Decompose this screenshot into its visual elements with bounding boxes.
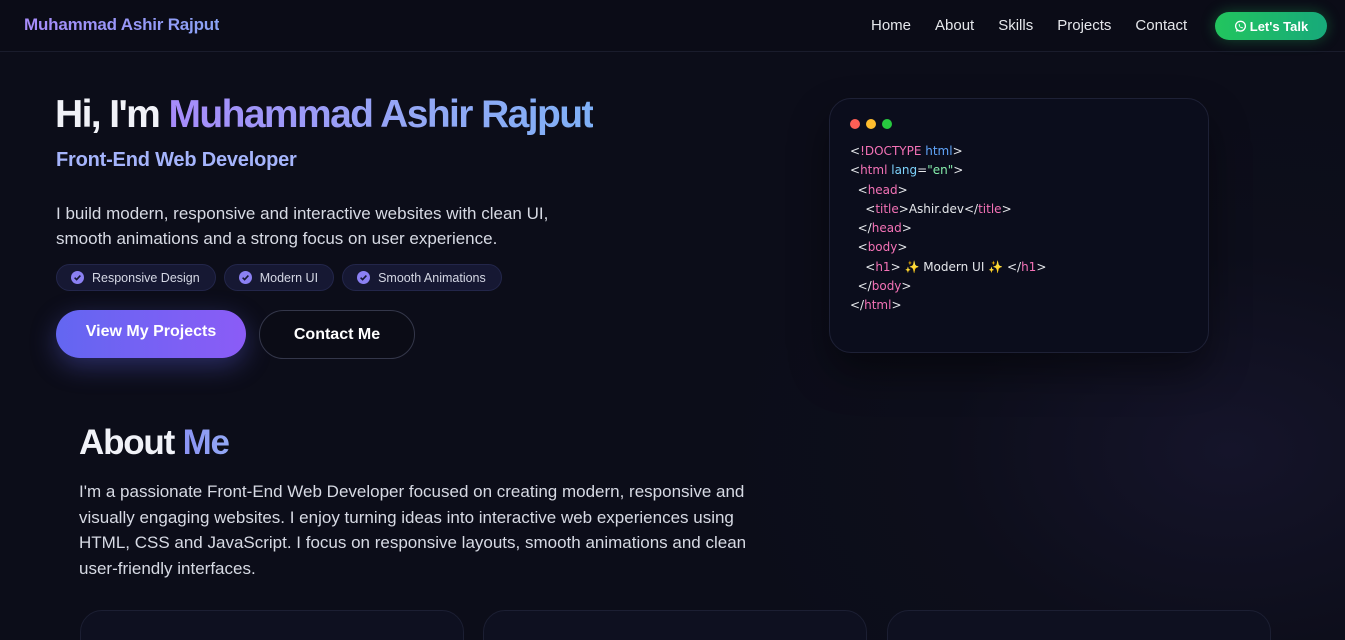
- code-line: <!DOCTYPE html>: [850, 144, 963, 158]
- code-snippet: <!DOCTYPE html> <html lang="en"> <head> <…: [850, 142, 1046, 316]
- lets-talk-label: Let's Talk: [1249, 18, 1309, 34]
- hero-role: Front-End Web Developer: [56, 149, 297, 171]
- code-line: <html lang="en">: [850, 163, 964, 178]
- view-projects-button[interactable]: View My Projects: [56, 310, 246, 358]
- about-card-3: [887, 610, 1271, 640]
- whatsapp-icon: [1234, 20, 1246, 32]
- pill-smooth-animations: Smooth Animations: [342, 264, 502, 291]
- code-window-card: <!DOCTYPE html> <html lang="en"> <head> <…: [829, 98, 1209, 353]
- feature-pills: Responsive Design Modern UI Smooth Anima…: [56, 264, 510, 291]
- code-line: <head>: [850, 182, 908, 197]
- code-line: <title>Ashir.dev</title>: [850, 201, 1012, 216]
- about-title-highlight: Me: [182, 423, 230, 462]
- about-card-2: [483, 610, 867, 640]
- nav-link-about[interactable]: About: [935, 17, 974, 34]
- code-line: </head>: [850, 221, 912, 236]
- hero-title: Hi, I'm Muhammad Ashir Rajput: [55, 93, 595, 137]
- pill-label: Smooth Animations: [378, 270, 486, 285]
- brand-logo[interactable]: Muhammad Ashir Rajput: [24, 15, 220, 35]
- nav-link-skills[interactable]: Skills: [998, 17, 1033, 34]
- nav-link-projects[interactable]: Projects: [1057, 17, 1111, 34]
- check-circle-icon: [357, 271, 371, 284]
- pill-modern-ui: Modern UI: [223, 264, 335, 291]
- navbar: Muhammad Ashir Rajput Home About Skills …: [0, 0, 1345, 52]
- code-line: </html>: [850, 298, 902, 313]
- lets-talk-button[interactable]: Let's Talk: [1215, 12, 1327, 40]
- code-line: </body>: [850, 279, 912, 294]
- pill-responsive-design: Responsive Design: [56, 264, 216, 291]
- minimize-dot-icon: [866, 119, 876, 129]
- pill-label: Responsive Design: [92, 270, 200, 285]
- nav-link-home[interactable]: Home: [871, 17, 911, 34]
- about-card-1: [80, 610, 464, 640]
- about-text: I'm a passionate Front-End Web Developer…: [79, 482, 747, 578]
- nav-link-contact[interactable]: Contact: [1135, 17, 1187, 34]
- window-controls: [850, 119, 898, 129]
- about-title-prefix: About: [79, 423, 183, 462]
- check-circle-icon: [71, 271, 84, 284]
- maximize-dot-icon: [882, 119, 892, 129]
- hero-title-prefix: Hi, I'm: [55, 93, 169, 136]
- check-circle-icon: [238, 271, 252, 284]
- code-line: <h1> ✨ Modern UI ✨ </h1>: [850, 259, 1047, 274]
- hero-description: I build modern, responsive and interacti…: [56, 204, 549, 248]
- nav-links: Home About Skills Projects Contact: [871, 17, 1211, 34]
- code-line: <body>: [850, 240, 908, 255]
- contact-me-button[interactable]: Contact Me: [259, 310, 415, 359]
- pill-label: Modern UI: [259, 270, 319, 285]
- close-dot-icon: [850, 119, 860, 129]
- about-title: About Me: [79, 423, 230, 463]
- hero-title-name: Muhammad Ashir Rajput: [168, 93, 595, 136]
